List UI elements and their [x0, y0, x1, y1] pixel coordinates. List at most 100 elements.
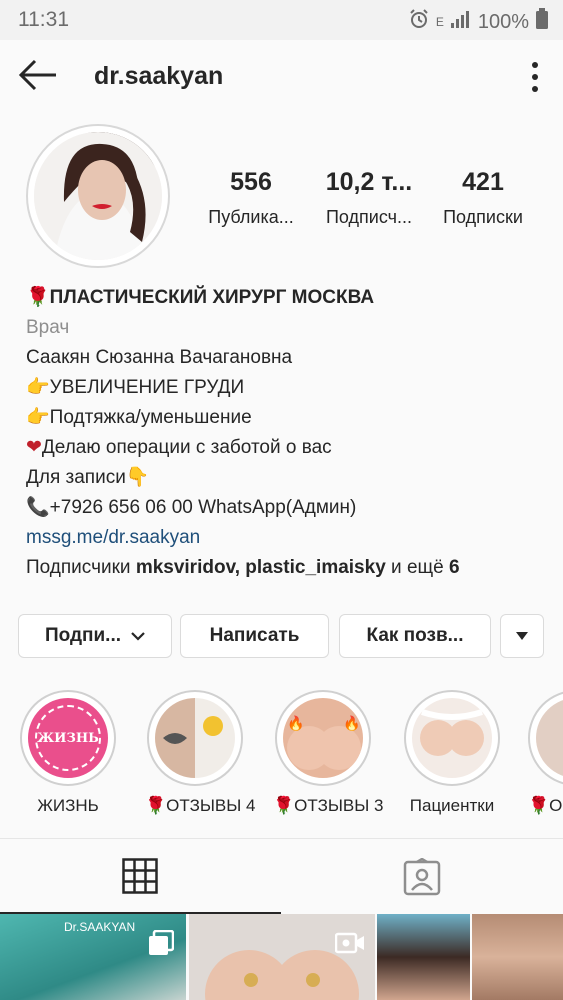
bio-title-line: 🌹ПЛАСТИЧЕСКИЙ ХИРУРГ МОСКВА — [26, 283, 546, 313]
bio-line-booking: Для записи👇 — [26, 463, 546, 493]
battery-icon — [535, 8, 549, 36]
follow-button[interactable]: Подпи... — [18, 614, 172, 658]
video-icon — [334, 932, 365, 959]
back-arrow-icon[interactable] — [18, 58, 58, 92]
bio-line-text: Для записи — [26, 467, 126, 488]
followed-by-prefix: Подписчики — [26, 557, 131, 578]
contact-button-label: Как позв... — [366, 625, 464, 646]
bio-line-care: ❤Делаю операции с заботой о вас — [26, 433, 546, 463]
highlight-ring — [147, 690, 243, 786]
highlight-ring: ЖИЗНЬ — [20, 690, 116, 786]
stat-following-label: Подписки — [443, 207, 523, 227]
stat-followers-label: Подписч... — [325, 207, 413, 227]
bio-line-text: +7926 656 06 00 WhatsApp(Админ) — [49, 497, 357, 518]
more-options-icon[interactable] — [527, 60, 543, 94]
highlight-label: Пациентки — [409, 796, 495, 815]
chevron-down-icon — [131, 625, 145, 647]
post-thumbnail[interactable] — [377, 914, 470, 1000]
highlight-ring — [528, 690, 563, 786]
pointing-hand-icon: 👉 — [26, 407, 50, 428]
battery-text: 100% — [477, 10, 529, 33]
highlight-label-row: 🌹О — [528, 796, 563, 816]
profile-avatar[interactable] — [26, 124, 170, 268]
bio-line-text: Делаю операции с заботой о вас — [41, 437, 332, 458]
highlight-reviews-3[interactable]: 🔥 🔥 🌹ОТЗЫВЫ 3 — [273, 690, 383, 816]
highlight-label: ЖИЗНЬ — [37, 796, 99, 815]
bio-line-text: Подтяжка/уменьшение — [49, 407, 252, 428]
highlight-cover — [536, 698, 563, 778]
highlight-cover — [412, 698, 492, 778]
signal-icon — [450, 9, 472, 35]
suggested-accounts-button[interactable] — [500, 614, 544, 658]
pointing-down-icon: 👇 — [125, 467, 150, 488]
stat-following[interactable]: 421 Подписки — [423, 168, 543, 228]
avatar-image — [34, 132, 162, 260]
alarm-icon — [408, 8, 430, 36]
rose-emoji-icon: 🌹 — [273, 796, 295, 815]
rose-emoji-icon: 🌹 — [145, 796, 167, 815]
svg-text:🔥: 🔥 — [343, 715, 360, 732]
highlight-ring: 🔥 🔥 — [275, 690, 371, 786]
caret-down-icon — [515, 625, 529, 647]
status-bar: 11:31 E 100% — [0, 0, 563, 40]
bio-link[interactable]: mssg.me/dr.saakyan — [26, 523, 546, 553]
stat-followers-value: 10,2 т... — [325, 168, 413, 196]
bio-line-name: Саакян Сюзанна Вачагановна — [26, 347, 293, 368]
tagged-person-icon — [403, 857, 441, 901]
stat-posts[interactable]: 556 Публика... — [191, 168, 311, 228]
bio-category: Врач — [26, 317, 70, 338]
highlight-label-row: 🌹ОТЗЫВЫ 4 — [145, 796, 255, 816]
stat-posts-label: Публика... — [208, 207, 294, 227]
rose-emoji-icon: 🌹 — [528, 796, 550, 815]
bio-line-text: УВЕЛИЧЕНИЕ ГРУДИ — [49, 377, 245, 398]
highlight-cover: ЖИЗНЬ — [28, 698, 108, 778]
pointing-hand-icon: 👉 — [26, 377, 50, 398]
highlight-label-row: 🌹ОТЗЫВЫ 3 — [273, 796, 383, 816]
profile-username: dr.saakyan — [94, 62, 224, 90]
highlight-partial[interactable]: 🌹О — [528, 690, 563, 816]
bio-title: ПЛАСТИЧЕСКИЙ ХИРУРГ МОСКВА — [49, 287, 375, 308]
phone-icon: 📞 — [26, 497, 50, 518]
message-button-label: Написать — [209, 625, 300, 646]
svg-text:🔥: 🔥 — [287, 715, 304, 732]
stat-followers[interactable]: 10,2 т... Подписч... — [309, 168, 429, 228]
highlight-cover: 🔥 🔥 — [283, 698, 363, 778]
multiple-photos-icon — [148, 929, 175, 961]
highlight-label: ОТЗЫВЫ 4 — [166, 796, 256, 815]
followed-by-count: 6 — [449, 557, 460, 578]
network-type-icon: E — [435, 15, 444, 29]
followed-by-suffix: и ещё — [391, 557, 444, 578]
profile-bio: 🌹ПЛАСТИЧЕСКИЙ ХИРУРГ МОСКВА Врач Саакян … — [26, 283, 546, 583]
rose-emoji-icon: 🌹 — [26, 287, 50, 308]
post-thumbnail[interactable] — [472, 914, 563, 1000]
tab-grid[interactable] — [0, 839, 281, 914]
status-time: 11:31 — [18, 8, 69, 31]
post-watermark-text: Dr.SAAKYAN — [64, 920, 136, 934]
tab-tagged[interactable] — [282, 839, 563, 913]
grid-icon — [122, 858, 158, 899]
post-thumbnail[interactable] — [189, 914, 375, 1000]
highlight-life[interactable]: ЖИЗНЬ ЖИЗНЬ — [18, 690, 118, 816]
message-button[interactable]: Написать — [180, 614, 329, 658]
highlight-patients[interactable]: Пациентки — [402, 690, 502, 816]
post-thumbnail[interactable]: Dr.SAAKYAN — [0, 914, 186, 1000]
bio-line-lift: 👉Подтяжка/уменьшение — [26, 403, 546, 433]
follow-button-label: Подпи... — [44, 625, 122, 646]
stat-posts-value: 556 — [230, 168, 272, 196]
highlight-cover-text: ЖИЗНЬ — [35, 705, 101, 771]
followed-by-names: mksviridov, plastic_imaisky — [135, 557, 386, 578]
highlight-reviews-4[interactable]: 🌹ОТЗЫВЫ 4 — [145, 690, 255, 816]
highlight-cover — [155, 698, 235, 778]
heart-icon: ❤ — [26, 437, 42, 458]
stat-following-value: 421 — [462, 168, 504, 196]
contact-button[interactable]: Как позв... — [339, 614, 491, 658]
bio-line-augmentation: 👉УВЕЛИЧЕНИЕ ГРУДИ — [26, 373, 546, 403]
bio-line-phone: 📞+7926 656 06 00 WhatsApp(Админ) — [26, 493, 546, 523]
highlight-label: ОТЗЫВЫ 3 — [294, 796, 384, 815]
profile-tabs — [0, 838, 563, 914]
status-icons: E 100% — [408, 8, 549, 36]
highlight-label: О — [549, 796, 563, 815]
profile-header: dr.saakyan — [0, 40, 563, 112]
highlight-ring — [404, 690, 500, 786]
followed-by[interactable]: Подписчики mksviridov, plastic_imaisky и… — [26, 553, 546, 583]
